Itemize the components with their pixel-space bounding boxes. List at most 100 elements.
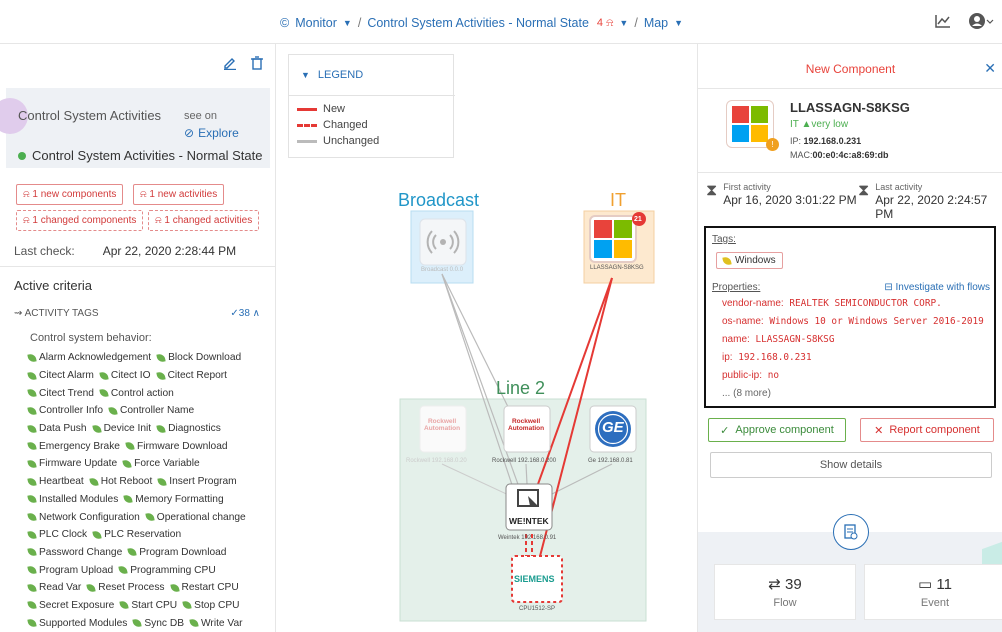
activity-tag[interactable]: Citect Report [155,370,227,381]
new-components-badge[interactable]: ⍾ 1 new components [16,184,124,205]
tag-windows[interactable]: Windows [716,252,783,269]
activity-tag[interactable]: Write Var [189,618,243,629]
approve-button[interactable]: ✓ Approve component [708,418,846,442]
tag-icon [27,353,37,363]
activity-tag[interactable]: Secret Exposure [27,600,114,611]
group-label-line2: Line 2 [496,378,546,398]
chart-icon[interactable] [934,13,952,29]
activity-tag[interactable]: Firmware Download [125,441,228,452]
close-icon[interactable]: ✕ [984,60,996,77]
activity-tag[interactable]: Read Var [27,582,81,593]
activity-tag[interactable]: Operational change [145,512,246,523]
activity-tag-label: Start CPU [131,599,178,611]
activity-tag[interactable]: Network Configuration [27,512,140,523]
activity-tag[interactable]: Start CPU [119,599,178,611]
activity-tag[interactable]: Stop CPU [182,600,239,611]
tag-icon [99,388,109,398]
more-properties[interactable]: ... (8 more) [722,388,771,399]
activity-tag[interactable]: Control action [99,388,174,399]
activity-tags-header[interactable]: ⇝ ACTIVITY TAGS ✓38 ∧ [14,308,266,319]
activity-tag[interactable]: Firmware Update [27,458,117,469]
tag-icon [27,512,37,522]
property-row: vendor-name: REALTEK SEMICONDUCTOR CORP. [722,298,942,309]
rockwell-faded-logo: Rockwell Automation [424,418,461,432]
group-label-it: IT [610,190,626,210]
activity-tag-label: Alarm Acknowledgement [39,352,152,364]
activity-tag[interactable]: Installed Modules [27,494,118,505]
activity-tag[interactable]: Emergency Brake [27,441,120,452]
activity-tag-label: Restart CPU [181,582,239,594]
breadcrumb-preset[interactable]: Control System Activities - Normal State [367,16,589,30]
chevron-down-icon[interactable]: ▼ [343,18,352,28]
property-value: REALTEK SEMICONDUCTOR CORP. [789,298,942,309]
breadcrumb-monitor[interactable]: Monitor [295,16,337,30]
activity-tag[interactable]: Citect IO [99,370,151,381]
activity-tag[interactable]: Controller Name [108,405,195,417]
property-value: Windows 10 or Windows Server 2016-2019 [769,316,984,327]
activity-tag[interactable]: Citect Trend [27,387,94,399]
activity-tag[interactable]: Reset Process [86,582,165,593]
activity-tag[interactable]: Citect Alarm [27,370,94,381]
tag-icon [157,477,167,487]
activity-tag-label: Device Init [103,423,152,435]
activity-tag[interactable]: Sync DB [132,618,184,629]
activity-tag[interactable]: Supported Modules [27,618,127,629]
breadcrumb-view[interactable]: Map [644,16,668,30]
changed-components-badge[interactable]: ⍾ 1 changed components [16,210,144,231]
activity-tag[interactable]: Password Change [27,547,122,558]
new-activities-badge[interactable]: ⍾ 1 new activities [133,184,225,205]
chevron-down-icon[interactable]: ▼ [674,18,683,28]
panel-title: New Component [805,62,896,76]
map-canvas[interactable]: ▼ LEGEND New Changed Unchanged Broadcast … [276,44,696,632]
activity-tag-label: Memory Formatting [135,493,224,505]
activity-tag[interactable]: Data Push [27,423,87,434]
activity-tag[interactable]: Alarm Acknowledgement [27,352,152,364]
explore-link[interactable]: ⊘ Explore [184,126,239,140]
tag-icon [145,512,155,522]
activity-tag[interactable]: PLC Reservation [92,529,181,540]
show-details-button[interactable]: Show details [710,452,992,478]
tags-properties-box: Tags: Windows Properties: ⊟ Investigate … [704,226,996,408]
activity-tag[interactable]: Controller Info [27,405,103,416]
activity-tag[interactable]: Programming CPU [118,565,216,576]
close-icon: ✕ [874,424,884,437]
activity-tag[interactable]: Hot Reboot [89,476,152,487]
property-key: public-ip: [722,370,763,381]
legend-toggle[interactable]: ▼ LEGEND [301,69,363,81]
investigate-link[interactable]: ⊟ Investigate with flows [884,282,990,293]
changed-activities-badge[interactable]: ⍾ 1 changed activities [148,210,260,231]
activity-tag[interactable]: Memory Formatting [123,493,224,505]
properties-label: Properties: [712,282,761,293]
divider [698,88,1002,89]
alarm-icon: ⍾ [23,215,30,226]
activity-tag[interactable]: PLC Clock [27,529,87,540]
activity-tag[interactable]: Insert Program [157,476,237,488]
tag-icon [27,600,37,611]
activity-tag[interactable]: Program Download [127,547,226,558]
tag-icon [27,370,37,381]
activity-tag-label: Insert Program [169,476,237,488]
edit-icon[interactable] [223,56,237,73]
report-button[interactable]: ✕ Report component [860,418,994,442]
divider [289,95,455,96]
activity-tag[interactable]: Force Variable [122,458,200,469]
activity-tag[interactable]: Heartbeat [27,476,84,487]
chevron-down-icon[interactable]: ▼ [619,18,628,28]
user-avatar-icon[interactable] [968,12,994,30]
activity-tag[interactable]: Program Upload [27,565,113,576]
activity-tag[interactable]: Restart CPU [169,582,239,594]
flow-stat[interactable]: ⇄ 39 Flow [714,564,856,620]
activity-tag[interactable]: Block Download [156,352,241,363]
activity-tag-label: Citect Trend [39,387,94,399]
activity-tag-label: Controller Name [120,405,195,417]
active-criteria-heading: Active criteria [14,278,93,293]
monitor-icon: © [280,16,290,30]
breadcrumb-separator: / [357,16,362,30]
trash-icon[interactable] [251,56,263,73]
last-check: Last check: Apr 22, 2020 2:28:44 PM [14,244,237,258]
report-icon[interactable] [833,514,869,550]
event-stat[interactable]: ▭ 11 Event [864,564,1002,620]
activity-tag[interactable]: Diagnostics [156,423,221,434]
it-badge-count: 21 [634,216,642,223]
activity-tag[interactable]: Device Init [91,423,152,435]
